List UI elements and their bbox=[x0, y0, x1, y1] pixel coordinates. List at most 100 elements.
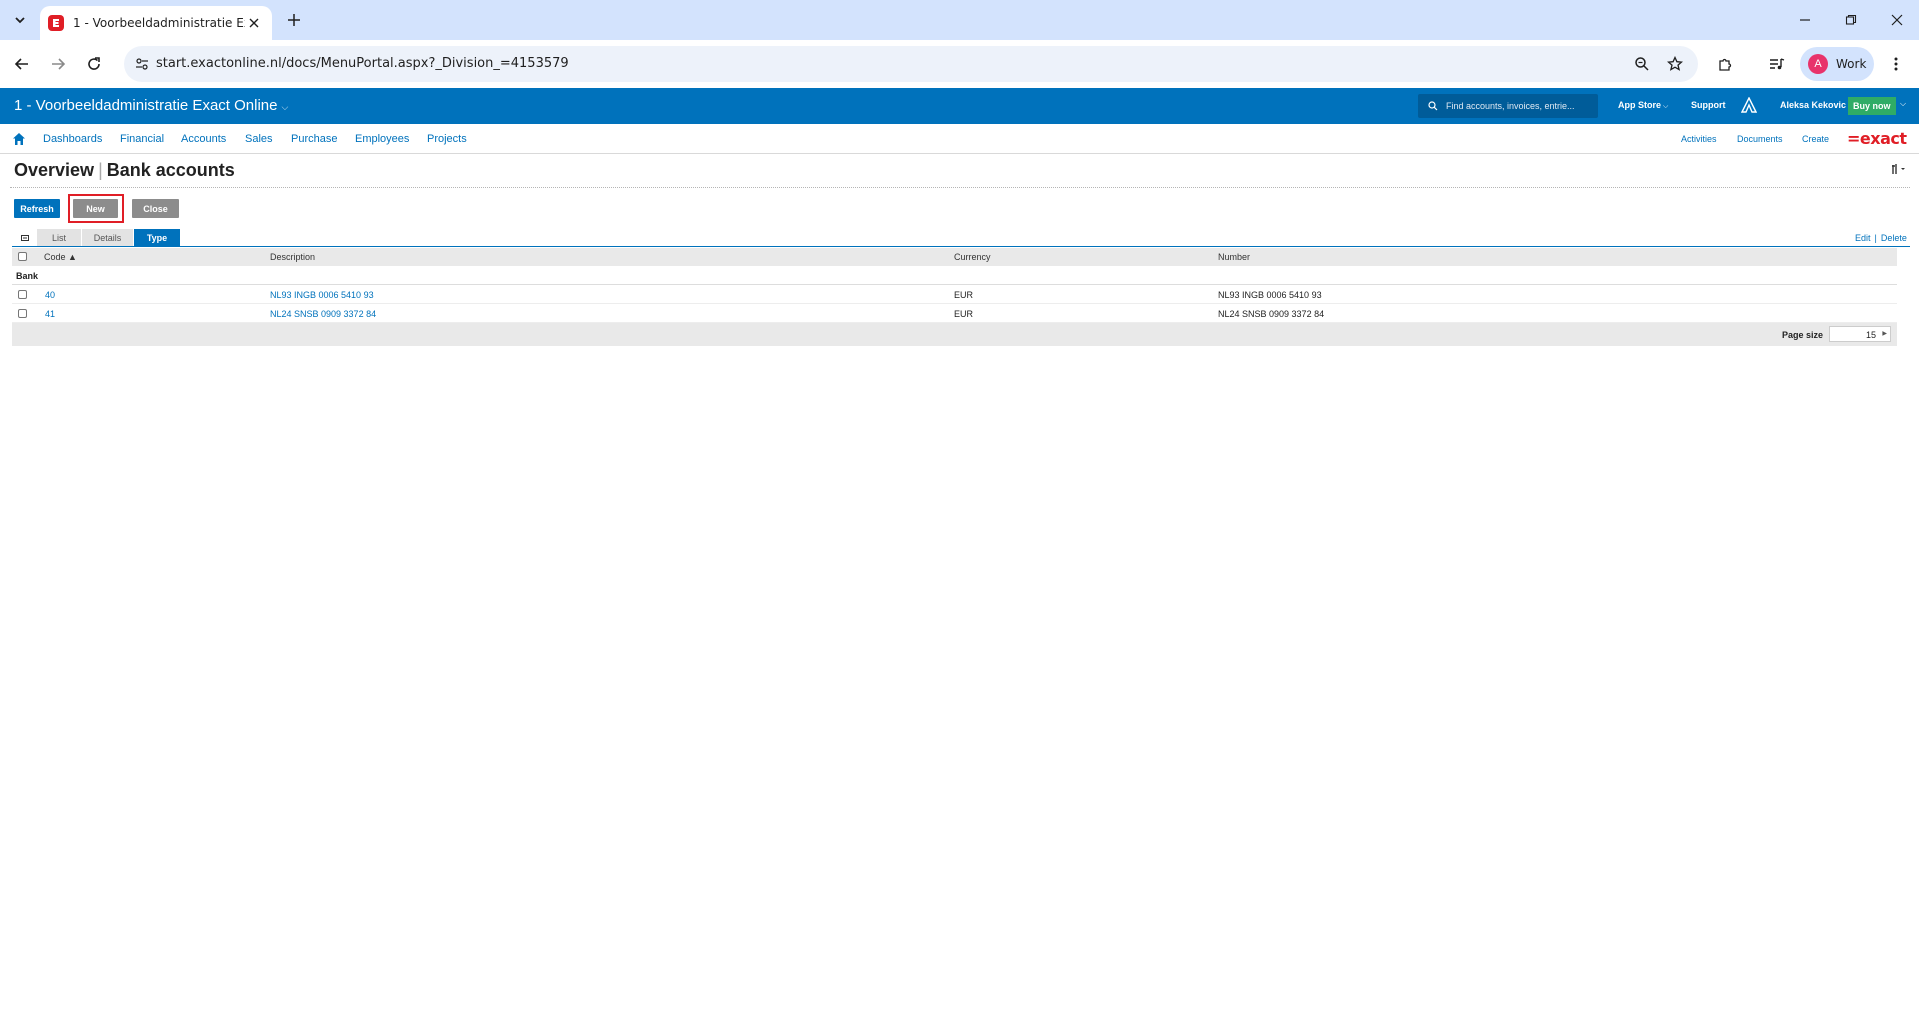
row-checkbox[interactable] bbox=[18, 309, 27, 318]
refresh-button[interactable]: Refresh bbox=[14, 199, 60, 218]
new-tab-plus-icon[interactable] bbox=[282, 8, 306, 32]
menu-item-dashboards[interactable]: Dashboards bbox=[43, 133, 102, 145]
exact-header-bar: 1 - Voorbeeldadministratie Exact Online ⌵… bbox=[0, 88, 1919, 124]
restore-window-icon[interactable] bbox=[1828, 0, 1874, 40]
column-header-description[interactable]: Description bbox=[270, 252, 315, 262]
table-row: 41 NL24 SNSB 0909 3372 84 EUR NL24 SNSB … bbox=[12, 304, 1897, 323]
zoom-magnifier-icon[interactable] bbox=[1632, 54, 1652, 74]
main-menu: Dashboards Financial Accounts Sales Purc… bbox=[0, 124, 1919, 154]
tab-title: 1 - Voorbeeldadministratie Exact Online bbox=[73, 16, 245, 30]
group-label: Bank bbox=[16, 271, 39, 281]
column-header-number[interactable]: Number bbox=[1218, 252, 1250, 262]
chevron-down-icon[interactable]: ⌵ bbox=[1900, 99, 1906, 109]
column-header-currency[interactable]: Currency bbox=[954, 252, 991, 262]
support-link[interactable]: Support bbox=[1691, 100, 1726, 110]
table-row: 40 NL93 INGB 0006 5410 93 EUR NL93 INGB … bbox=[12, 285, 1897, 304]
grid-footer: Page size 15 ▶ bbox=[12, 323, 1897, 346]
page-title: Overview | Bank accounts bbox=[14, 160, 235, 181]
site-settings-icon[interactable] bbox=[132, 54, 152, 74]
title-separator: | bbox=[98, 160, 103, 180]
menu-item-employees[interactable]: Employees bbox=[355, 133, 409, 145]
menu-item-projects[interactable]: Projects bbox=[427, 133, 467, 145]
division-selector[interactable]: 1 - Voorbeeldadministratie Exact Online ⌵ bbox=[14, 97, 288, 114]
page-settings-tools-icon[interactable] bbox=[1891, 163, 1907, 178]
tab-search-chevron-icon[interactable] bbox=[8, 8, 32, 32]
refresh-label: Refresh bbox=[20, 203, 54, 214]
grid-header-row: Code ▲ Description Currency Number bbox=[12, 248, 1897, 266]
forward-arrow-icon[interactable] bbox=[44, 50, 72, 78]
documents-link[interactable]: Documents bbox=[1737, 134, 1783, 144]
reload-icon[interactable] bbox=[80, 50, 108, 78]
select-all-checkbox[interactable] bbox=[18, 252, 27, 261]
page-size-value: 15 bbox=[1865, 330, 1876, 340]
menu-item-sales[interactable]: Sales bbox=[245, 133, 273, 145]
row-description-link[interactable]: NL93 INGB 0006 5410 93 bbox=[270, 290, 374, 300]
back-arrow-icon[interactable] bbox=[8, 50, 36, 78]
delete-link[interactable]: Delete bbox=[1881, 233, 1907, 243]
activities-link[interactable]: Activities bbox=[1681, 134, 1717, 144]
media-controls-icon[interactable] bbox=[1763, 50, 1791, 78]
buy-now-button[interactable]: Buy now bbox=[1848, 97, 1896, 115]
browser-toolbar: start.exactonline.nl/docs/MenuPortal.asp… bbox=[0, 40, 1919, 88]
home-icon[interactable] bbox=[12, 132, 26, 146]
view-tabs: List Details Type bbox=[14, 229, 181, 246]
address-bar[interactable]: start.exactonline.nl/docs/MenuPortal.asp… bbox=[124, 46, 1698, 82]
support-label: Support bbox=[1691, 100, 1726, 110]
row-number: NL24 SNSB 0909 3372 84 bbox=[1218, 309, 1325, 319]
highlight-box bbox=[68, 194, 124, 223]
app-store-label: App Store bbox=[1618, 100, 1662, 110]
exact-academy-icon[interactable] bbox=[1740, 96, 1758, 118]
row-checkbox[interactable] bbox=[18, 290, 27, 299]
create-link[interactable]: Create bbox=[1802, 134, 1829, 144]
page-title-sub: Bank accounts bbox=[106, 160, 235, 180]
extensions-puzzle-icon[interactable] bbox=[1711, 50, 1739, 78]
close-button[interactable]: Close bbox=[132, 199, 179, 218]
page-size-label: Page size bbox=[1782, 330, 1824, 340]
separator: | bbox=[1874, 233, 1877, 243]
group-row-bank: Bank bbox=[12, 266, 1897, 285]
menu-item-financial[interactable]: Financial bbox=[120, 133, 164, 145]
page-size-select[interactable]: 15 ▶ bbox=[1829, 326, 1891, 342]
row-currency: EUR bbox=[954, 290, 974, 300]
close-label: Close bbox=[143, 203, 168, 214]
user-menu[interactable]: Aleksa Kekovic bbox=[1780, 100, 1846, 110]
browser-menu-kebab-icon[interactable] bbox=[1882, 50, 1910, 78]
chevron-down-icon: ⌵ bbox=[1663, 103, 1669, 110]
row-number: NL93 INGB 0006 5410 93 bbox=[1218, 290, 1322, 300]
close-window-icon[interactable] bbox=[1874, 0, 1919, 40]
avatar: A bbox=[1808, 54, 1828, 74]
page-title-main: Overview bbox=[14, 160, 95, 180]
tab-list[interactable]: List bbox=[37, 229, 81, 246]
browser-tab-active[interactable]: 1 - Voorbeeldadministratie Exact Online bbox=[40, 6, 272, 40]
menu-item-accounts[interactable]: Accounts bbox=[181, 133, 226, 145]
search-icon bbox=[1428, 101, 1438, 111]
minimize-window-icon[interactable] bbox=[1782, 0, 1828, 40]
division-title: 1 - Voorbeeldadministratie Exact Online bbox=[14, 97, 278, 114]
tab-close-icon[interactable] bbox=[246, 15, 262, 31]
menu-item-purchase[interactable]: Purchase bbox=[291, 133, 337, 145]
search-placeholder: Find accounts, invoices, entrie... bbox=[1446, 101, 1575, 111]
grid-actions: Edit | Delete bbox=[1855, 233, 1907, 243]
buy-now-label: Buy now bbox=[1853, 101, 1891, 111]
tab-details[interactable]: Details bbox=[82, 229, 133, 246]
row-currency: EUR bbox=[954, 309, 974, 319]
edit-link[interactable]: Edit bbox=[1855, 233, 1871, 243]
row-code-link[interactable]: 41 bbox=[45, 309, 55, 319]
bank-accounts-grid: Code ▲ Description Currency Number Bank … bbox=[12, 248, 1897, 346]
row-code-link[interactable]: 40 bbox=[45, 290, 55, 300]
bookmark-star-icon[interactable] bbox=[1665, 54, 1685, 74]
row-description-link[interactable]: NL24 SNSB 0909 3372 84 bbox=[270, 309, 376, 319]
url-text: start.exactonline.nl/docs/MenuPortal.asp… bbox=[156, 56, 569, 71]
exact-logo[interactable]: =exact bbox=[1847, 129, 1907, 148]
column-header-code[interactable]: Code ▲ bbox=[44, 252, 77, 262]
global-search-input[interactable]: Find accounts, invoices, entrie... bbox=[1418, 94, 1598, 118]
browser-tabstrip: 1 - Voorbeeldadministratie Exact Online bbox=[0, 0, 1919, 40]
tab-type[interactable]: Type bbox=[134, 229, 180, 246]
exact-favicon-icon bbox=[48, 15, 64, 31]
profile-name: Work bbox=[1836, 57, 1867, 71]
app-store-menu[interactable]: App Store ⌵ bbox=[1618, 100, 1668, 111]
user-name: Aleksa Kekovic bbox=[1780, 100, 1847, 110]
profile-button[interactable]: A Work bbox=[1800, 47, 1874, 81]
chevron-down-icon: ⌵ bbox=[281, 102, 289, 112]
filter-link-icon[interactable] bbox=[14, 229, 36, 246]
